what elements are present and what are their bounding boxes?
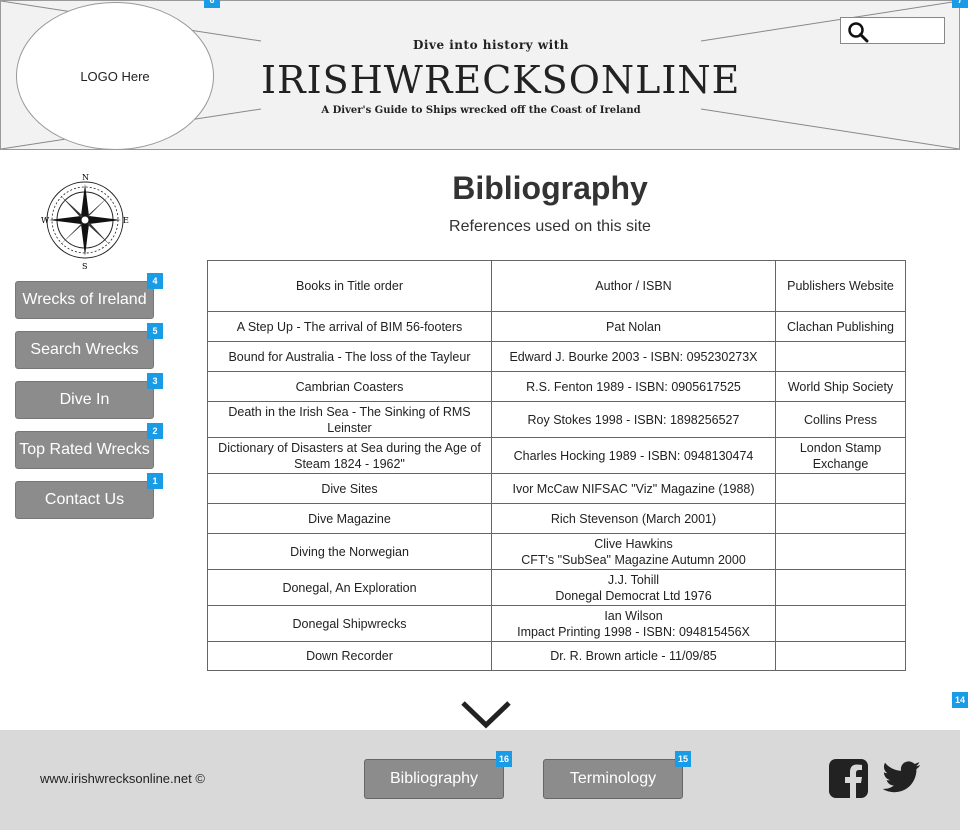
bibliography-table: Books in Title order Author / ISBN Publi… <box>207 260 906 671</box>
annotation-badge: 3 <box>147 373 163 389</box>
site-logo[interactable]: LOGO Here <box>16 2 214 150</box>
terminology-button[interactable]: Terminology <box>543 759 683 799</box>
table-cell: Down Recorder <box>207 641 492 671</box>
annotation-badge: 16 <box>496 751 512 767</box>
table-cell <box>775 503 906 534</box>
svg-text:E: E <box>123 216 129 225</box>
table-cell: Dr. R. Brown article - 11/09/85 <box>491 641 776 671</box>
table-cell: Cambrian Coasters <box>207 371 492 402</box>
search-input[interactable] <box>840 17 945 44</box>
page-subtitle: References used on this site <box>449 218 651 235</box>
annotation-badge: 14 <box>952 692 968 708</box>
table-cell <box>775 341 906 372</box>
sidebar-item-top-rated-wrecks[interactable]: Top Rated Wrecks <box>15 431 154 469</box>
sidebar-item-wrecks-of-ireland[interactable]: Wrecks of Ireland <box>15 281 154 319</box>
table-cell: London Stamp Exchange <box>775 437 906 474</box>
table-cell: Bound for Australia - The loss of the Ta… <box>207 341 492 372</box>
annotation-badge: 2 <box>147 423 163 439</box>
table-row: Bound for Australia - The loss of the Ta… <box>207 341 906 372</box>
sidebar-item-contact-us[interactable]: Contact Us <box>15 481 154 519</box>
twitter-icon[interactable] <box>883 761 921 793</box>
search-icon[interactable] <box>847 21 869 43</box>
table-cell: Dictionary of Disasters at Sea during th… <box>207 437 492 474</box>
table-cell: World Ship Society <box>775 371 906 402</box>
table-row: Cambrian Coasters R.S. Fenton 1989 - ISB… <box>207 371 906 402</box>
table-cell <box>775 605 906 642</box>
page-title: Bibliography <box>452 170 648 206</box>
table-cell: J.J. Tohill Donegal Democrat Ltd 1976 <box>491 569 776 606</box>
table-row: Death in the Irish Sea - The Sinking of … <box>207 401 906 438</box>
svg-text:S: S <box>82 262 87 270</box>
table-cell: Pat Nolan <box>491 311 776 342</box>
table-cell: A Step Up - The arrival of BIM 56-footer… <box>207 311 492 342</box>
table-cell: Diving the Norwegian <box>207 533 492 570</box>
header-subtitle: A Diver's Guide to Ships wrecked off the… <box>271 105 691 116</box>
table-cell: Dive Sites <box>207 473 492 504</box>
facebook-icon[interactable] <box>828 758 869 799</box>
sidebar-item-dive-in[interactable]: Dive In <box>15 381 154 419</box>
table-cell <box>775 473 906 504</box>
annotation-badge: 5 <box>147 323 163 339</box>
table-cell: Ivor McCaw NIFSAC "Viz" Magazine (1988) <box>491 473 776 504</box>
table-row: Down Recorder Dr. R. Brown article - 11/… <box>207 641 906 671</box>
table-row: Dive Magazine Rich Stevenson (March 2001… <box>207 503 906 534</box>
svg-text:N: N <box>82 173 89 182</box>
table-row: Dive Sites Ivor McCaw NIFSAC "Viz" Magaz… <box>207 473 906 504</box>
table-cell <box>775 533 906 570</box>
table-cell: Roy Stokes 1998 - ISBN: 1898256527 <box>491 401 776 438</box>
annotation-badge: 4 <box>147 273 163 289</box>
header-tagline: Dive into history with <box>291 38 691 52</box>
column-header: Books in Title order <box>207 260 492 312</box>
table-row: Donegal Shipwrecks Ian Wilson Impact Pri… <box>207 605 906 642</box>
table-row: A Step Up - The arrival of BIM 56-footer… <box>207 311 906 342</box>
table-cell <box>775 569 906 606</box>
sidebar-item-search-wrecks[interactable]: Search Wrecks <box>15 331 154 369</box>
table-cell: Dive Magazine <box>207 503 492 534</box>
table-cell: Death in the Irish Sea - The Sinking of … <box>207 401 492 438</box>
table-cell: Ian Wilson Impact Printing 1998 - ISBN: … <box>491 605 776 642</box>
site-title: IRISHWRECKSONLINE <box>261 58 741 102</box>
compass-rose-icon: N S W E <box>41 173 129 270</box>
table-cell: Clachan Publishing <box>775 311 906 342</box>
table-cell: Donegal, An Exploration <box>207 569 492 606</box>
table-cell <box>775 641 906 671</box>
annotation-badge: 1 <box>147 473 163 489</box>
annotation-badge: 15 <box>675 751 691 767</box>
bibliography-button[interactable]: Bibliography <box>364 759 504 799</box>
table-cell: Collins Press <box>775 401 906 438</box>
table-row: Diving the Norwegian Clive Hawkins CFT's… <box>207 533 906 570</box>
table-row: Donegal, An Exploration J.J. Tohill Done… <box>207 569 906 606</box>
table-cell: R.S. Fenton 1989 - ISBN: 0905617525 <box>491 371 776 402</box>
table-cell: Rich Stevenson (March 2001) <box>491 503 776 534</box>
table-row: Dictionary of Disasters at Sea during th… <box>207 437 906 474</box>
column-header: Author / ISBN <box>491 260 776 312</box>
site-footer: www.irishwrecksonline.net © Bibliography… <box>0 730 960 830</box>
column-header: Publishers Website <box>775 260 906 312</box>
chevron-down-icon[interactable] <box>460 699 512 731</box>
table-cell: Edward J. Bourke 2003 - ISBN: 095230273X <box>491 341 776 372</box>
svg-text:W: W <box>41 216 50 225</box>
table-cell: Charles Hocking 1989 - ISBN: 0948130474 <box>491 437 776 474</box>
table-cell: Clive Hawkins CFT's "SubSea" Magazine Au… <box>491 533 776 570</box>
annotation-badge: 7 <box>952 0 968 8</box>
table-header-row: Books in Title order Author / ISBN Publi… <box>207 260 906 312</box>
annotation-badge: 6 <box>204 0 220 8</box>
copyright-text: www.irishwrecksonline.net © <box>40 771 205 786</box>
site-header: LOGO Here Dive into history with IRISHWR… <box>0 0 960 150</box>
table-cell: Donegal Shipwrecks <box>207 605 492 642</box>
